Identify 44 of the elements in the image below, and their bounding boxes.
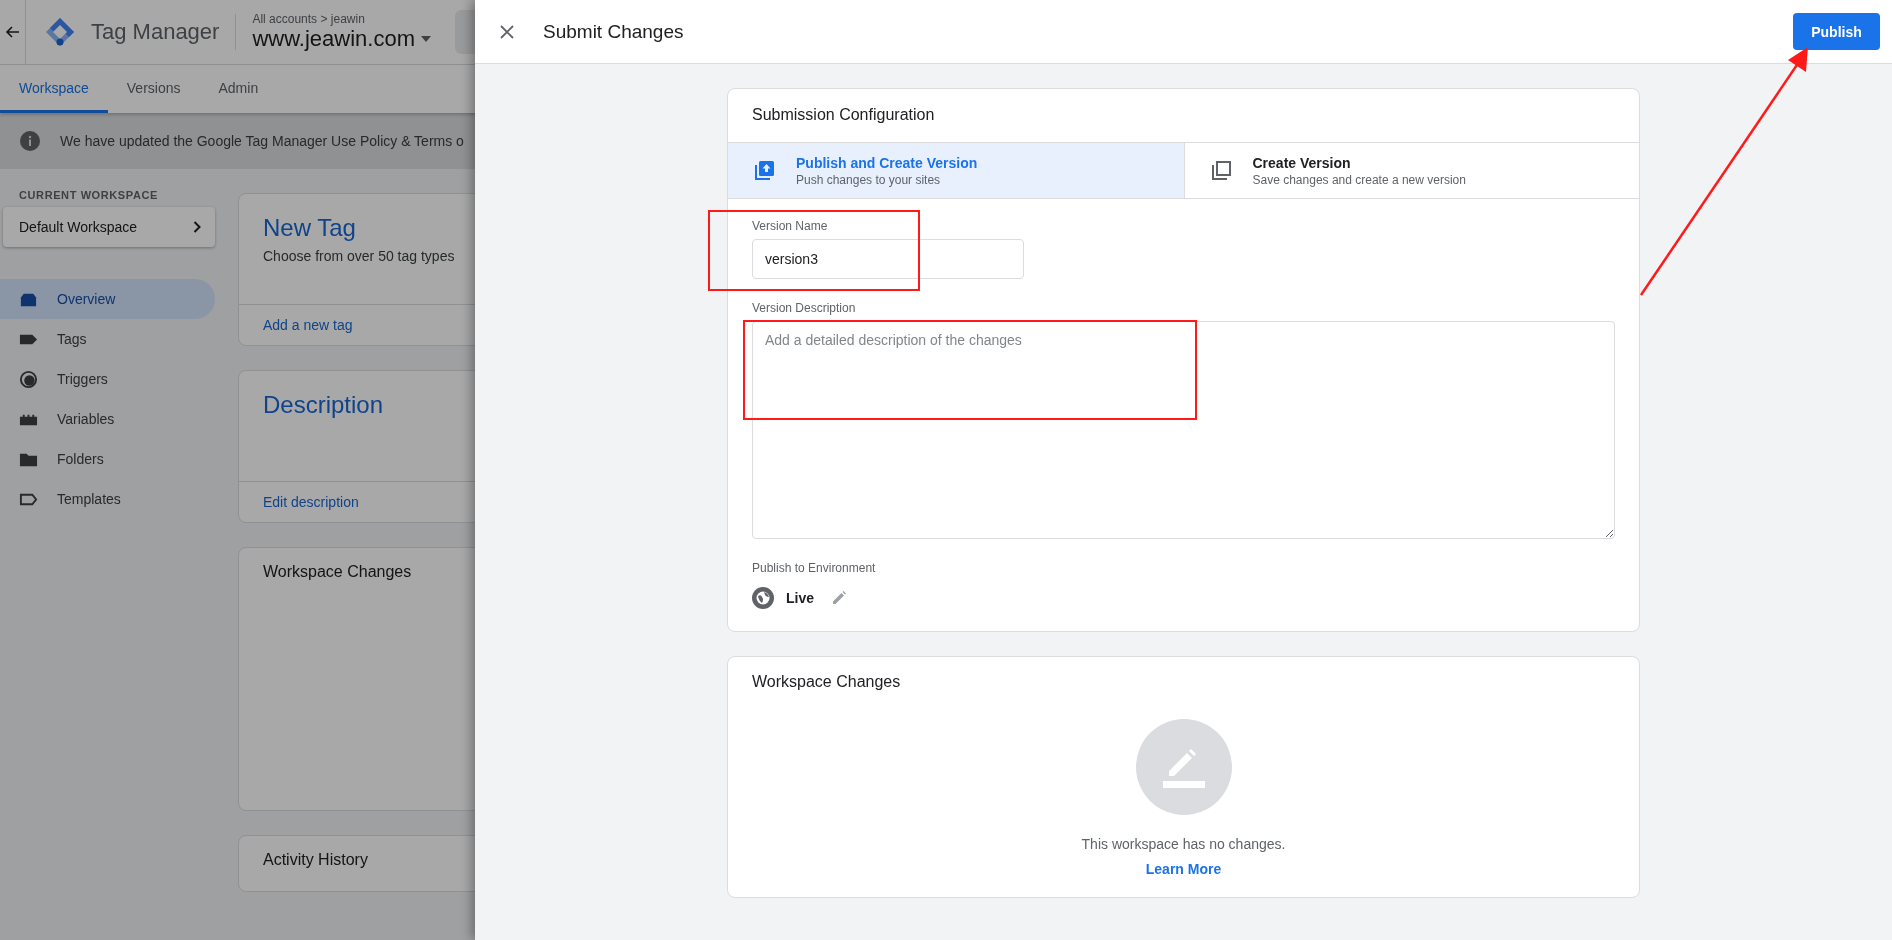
product-name: Tag Manager [91,19,220,45]
sidebar-item[interactable]: Tags [0,319,215,359]
card-subtitle: Choose from over 50 tag types [263,248,456,264]
card-title: Description [263,391,385,419]
field-label: Publish to Environment [752,561,877,575]
card-title: Workspace Changes [262,562,413,581]
caret-icon [421,36,432,42]
upload-stack-icon [752,158,776,183]
card-link[interactable]: Add a new tag [263,317,353,333]
container-selector[interactable]: www.jeawin.com [252,26,432,52]
empty-pencil-icon [1135,719,1232,815]
card-title: New Tag [263,214,357,242]
panel-title: Submit Changes [543,20,685,43]
edit-icon[interactable] [832,591,846,605]
card-title: Submission Configuration [751,105,936,125]
environment-name: Live [786,590,814,606]
sidebar-item[interactable]: Folders [0,439,215,479]
empty-message: This workspace has no changes. [1081,836,1286,852]
card-link[interactable]: Edit description [263,494,359,510]
field-label: Version Name [752,219,829,233]
back-arrow-icon [4,24,21,40]
learn-more-link[interactable]: Learn More [1145,861,1222,877]
publish-button[interactable]: Publish [1793,13,1880,50]
field-label: Version Description [752,301,857,315]
nav-tab[interactable]: Versions [107,65,200,113]
globe-icon [752,587,774,609]
sidebar-item[interactable]: Variables [0,399,215,439]
section-heading: CURRENT WORKSPACE [18,189,159,201]
description-field[interactable]: Add a detailed description of the changes [752,321,1615,539]
chevron-icon [193,221,201,233]
sidebar-item[interactable]: Triggers [0,359,215,399]
version-name-field[interactable]: version3 [752,239,1024,279]
card-title: Workspace Changes [751,672,902,691]
workspace-selector[interactable]: Default Workspace [3,207,215,247]
notice-text: We have updated the Google Tag Manager Use Policy & Terms o [60,133,464,149]
nav-tab[interactable]: Admin [199,65,278,113]
diamond-logo-icon [45,17,75,47]
trigger-icon [19,369,38,389]
option-tab[interactable]: Publish and Create Version Push changes to your sites [728,143,1184,198]
info-icon [20,131,40,151]
sidebar-item[interactable]: Templates [0,479,215,519]
sidebar-item[interactable]: Overview [0,279,215,319]
account-breadcrumb[interactable]: All accounts > jeawin [252,12,432,26]
card-title: Activity History [262,850,369,869]
